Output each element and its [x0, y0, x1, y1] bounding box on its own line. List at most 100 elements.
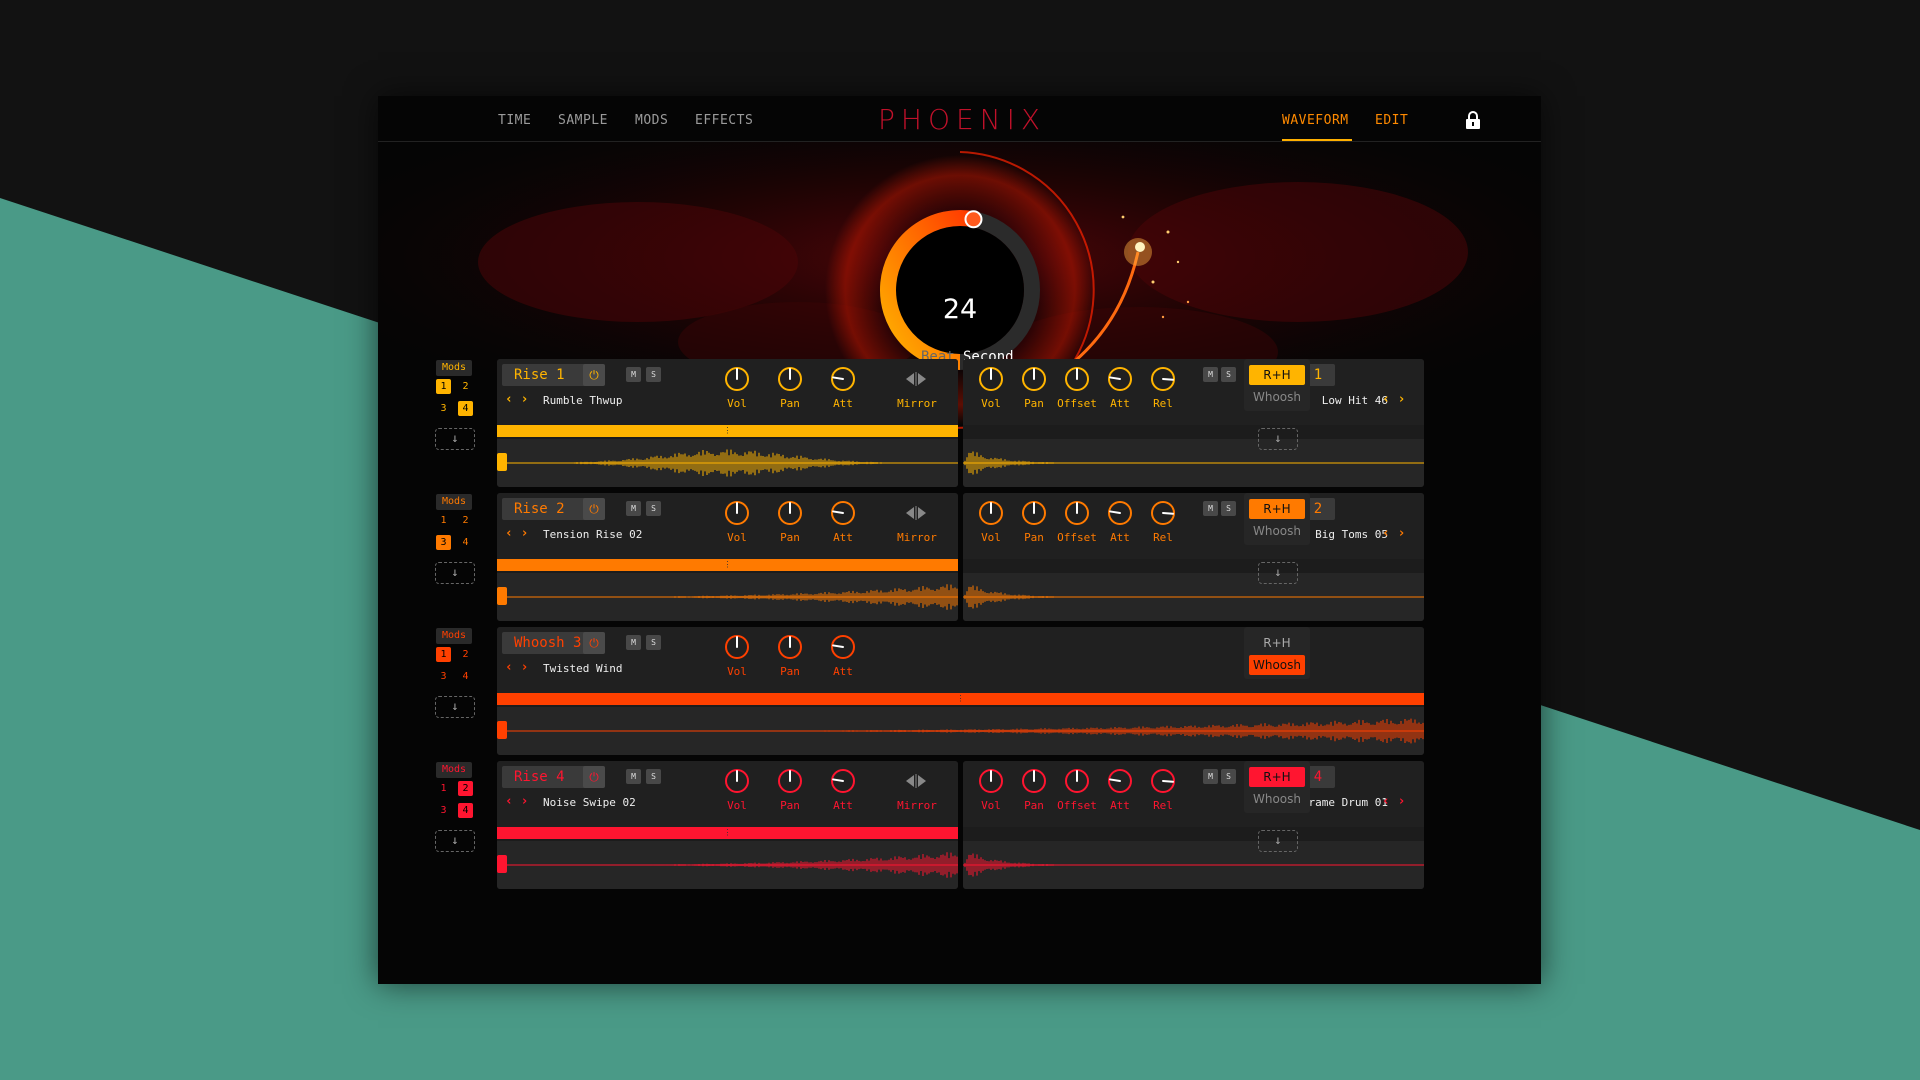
knob-pan[interactable]	[777, 500, 803, 526]
hit-prev-next-arrows[interactable]: ‹ ›	[1382, 526, 1405, 541]
rise-name-box[interactable]: Whoosh 3	[502, 632, 590, 654]
knob-pan[interactable]	[777, 768, 803, 794]
rise-name-box[interactable]: Rise 4	[502, 766, 590, 788]
mod-slot-1[interactable]: 1	[436, 513, 451, 528]
knob-vol[interactable]	[724, 768, 750, 794]
hit-solo-button[interactable]: S	[1221, 501, 1236, 516]
sample-start-handle[interactable]	[497, 855, 507, 873]
mod-slot-1[interactable]: 1	[436, 379, 451, 394]
hit-mute-button[interactable]: M	[1203, 769, 1218, 784]
mod-slot-2[interactable]: 2	[458, 513, 473, 528]
download-button[interactable]: ↓	[435, 696, 475, 718]
download-button[interactable]: ↓	[435, 562, 475, 584]
tab-time[interactable]: TIME	[498, 113, 531, 128]
knob-pan[interactable]	[1021, 366, 1047, 392]
knob-att[interactable]	[830, 500, 856, 526]
rise-region-bar[interactable]: ⋮	[497, 827, 958, 839]
rise-mute-button[interactable]: M	[626, 501, 641, 516]
knob-pan[interactable]	[777, 366, 803, 392]
mod-slot-1[interactable]: 1	[436, 647, 451, 662]
rise-solo-button[interactable]: S	[646, 367, 661, 382]
download-button[interactable]: ↓	[435, 428, 475, 450]
mirror-icon[interactable]	[904, 773, 928, 789]
rise-region-bar[interactable]: ⋮	[497, 693, 1424, 705]
rise-solo-button[interactable]: S	[646, 635, 661, 650]
mod-slot-4[interactable]: 4	[458, 535, 473, 550]
sample-start-handle[interactable]	[497, 453, 507, 471]
knob-offset[interactable]	[1064, 500, 1090, 526]
mod-slot-2[interactable]: 2	[458, 647, 473, 662]
rise-region-bar[interactable]: ⋮	[497, 425, 958, 437]
rise-prev-next-arrows[interactable]: ‹ ›	[505, 392, 528, 407]
mirror-icon[interactable]	[904, 505, 928, 521]
tab-sample[interactable]: SAMPLE	[558, 113, 608, 128]
mod-slot-4[interactable]: 4	[458, 401, 473, 416]
rise-solo-button[interactable]: S	[646, 769, 661, 784]
knob-att[interactable]	[830, 768, 856, 794]
region-grip-icon[interactable]: ⋮	[724, 425, 732, 437]
knob-rel[interactable]	[1150, 366, 1176, 392]
knob-pan[interactable]	[1021, 768, 1047, 794]
rise-mute-button[interactable]: M	[626, 769, 641, 784]
whoosh-mode-button[interactable]: Whoosh	[1249, 521, 1305, 541]
rise-prev-next-arrows[interactable]: ‹ ›	[505, 526, 528, 541]
knob-pan[interactable]	[777, 634, 803, 660]
mod-slot-1[interactable]: 1	[436, 781, 451, 796]
whoosh-mode-button[interactable]: Whoosh	[1249, 789, 1305, 809]
rise-power-button[interactable]: ⏻	[583, 632, 605, 654]
download-button[interactable]: ↓	[435, 830, 475, 852]
knob-vol[interactable]	[724, 366, 750, 392]
mod-slot-4[interactable]: 4	[458, 669, 473, 684]
rise-mute-button[interactable]: M	[626, 367, 641, 382]
rise-solo-button[interactable]: S	[646, 501, 661, 516]
rise-hit-mode-button[interactable]: R+H	[1249, 633, 1305, 653]
region-grip-icon[interactable]: ⋮	[724, 827, 732, 839]
rise-hit-mode-button[interactable]: R+H	[1249, 499, 1305, 519]
rise-hit-mode-button[interactable]: R+H	[1249, 365, 1305, 385]
knob-offset[interactable]	[1064, 768, 1090, 794]
mod-slot-3[interactable]: 3	[436, 401, 451, 416]
rise-prev-next-arrows[interactable]: ‹ ›	[505, 660, 528, 675]
rise-prev-next-arrows[interactable]: ‹ ›	[505, 794, 528, 809]
hit-mute-button[interactable]: M	[1203, 367, 1218, 382]
knob-vol[interactable]	[724, 500, 750, 526]
hit-solo-button[interactable]: S	[1221, 769, 1236, 784]
mod-slot-3[interactable]: 3	[436, 803, 451, 818]
knob-vol[interactable]	[978, 366, 1004, 392]
rise-power-button[interactable]: ⏻	[583, 766, 605, 788]
knob-att[interactable]	[830, 634, 856, 660]
hit-prev-next-arrows[interactable]: ‹ ›	[1382, 392, 1405, 407]
knob-att[interactable]	[1107, 500, 1133, 526]
lock-icon[interactable]	[1464, 110, 1482, 130]
tab-mods[interactable]: MODS	[635, 113, 668, 128]
knob-vol[interactable]	[978, 500, 1004, 526]
rise-name-box[interactable]: Rise 1	[502, 364, 590, 386]
hit-prev-next-arrows[interactable]: ‹ ›	[1382, 794, 1405, 809]
whoosh-mode-button[interactable]: Whoosh	[1249, 655, 1305, 675]
knob-rel[interactable]	[1150, 500, 1176, 526]
tab-effects[interactable]: EFFECTS	[695, 113, 753, 128]
knob-rel[interactable]	[1150, 768, 1176, 794]
hit-mute-button[interactable]: M	[1203, 501, 1218, 516]
mod-slot-3[interactable]: 3	[436, 669, 451, 684]
sample-start-handle[interactable]	[497, 721, 507, 739]
knob-offset[interactable]	[1064, 366, 1090, 392]
download-button[interactable]: ↓	[1258, 830, 1298, 852]
tab-edit[interactable]: EDIT	[1375, 113, 1408, 128]
rise-name-box[interactable]: Rise 2	[502, 498, 590, 520]
rise-power-button[interactable]: ⏻	[583, 364, 605, 386]
knob-att[interactable]	[1107, 768, 1133, 794]
knob-vol[interactable]	[724, 634, 750, 660]
hit-solo-button[interactable]: S	[1221, 367, 1236, 382]
tab-waveform[interactable]: WAVEFORM	[1282, 113, 1349, 128]
sample-start-handle[interactable]	[497, 587, 507, 605]
mod-slot-3[interactable]: 3	[436, 535, 451, 550]
region-grip-icon[interactable]: ⋮	[957, 693, 965, 705]
whoosh-mode-button[interactable]: Whoosh	[1249, 387, 1305, 407]
region-grip-icon[interactable]: ⋮	[724, 559, 732, 571]
rise-mute-button[interactable]: M	[626, 635, 641, 650]
knob-vol[interactable]	[978, 768, 1004, 794]
download-button[interactable]: ↓	[1258, 562, 1298, 584]
download-button[interactable]: ↓	[1258, 428, 1298, 450]
rise-region-bar[interactable]: ⋮	[497, 559, 958, 571]
